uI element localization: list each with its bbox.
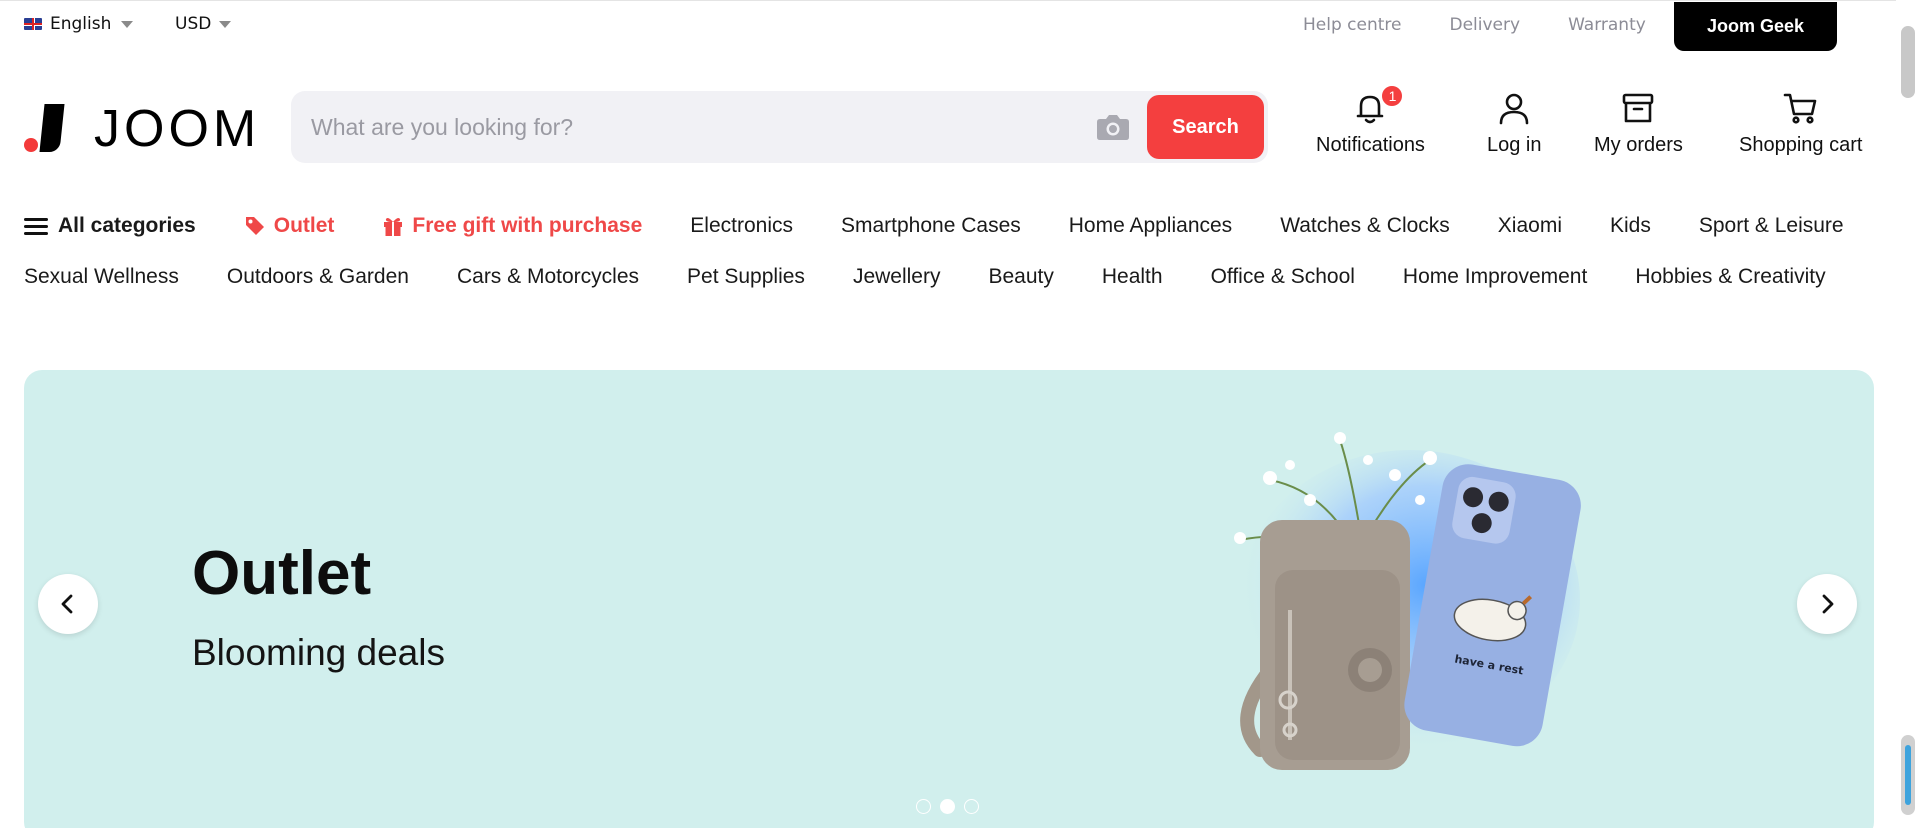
scrollbar-thumb[interactable] xyxy=(1901,26,1915,98)
banner-pagination-dots xyxy=(916,799,979,814)
my-orders-button[interactable]: My orders xyxy=(1594,90,1683,157)
category-beauty[interactable]: Beauty xyxy=(988,265,1053,289)
login-button[interactable]: Log in xyxy=(1487,90,1542,157)
delivery-link[interactable]: Delivery xyxy=(1449,15,1520,35)
banner-next-button[interactable] xyxy=(1797,574,1857,634)
category-home-improvement[interactable]: Home Improvement xyxy=(1403,265,1587,289)
notifications-label: Notifications xyxy=(1316,134,1425,156)
notification-count-badge: 1 xyxy=(1380,84,1405,108)
free-gift-category[interactable]: Free gift with purchase xyxy=(382,214,642,238)
joom-geek-button[interactable]: Joom Geek xyxy=(1674,2,1837,51)
category-nav-row-2: Sexual Wellness Outdoors & Garden Cars &… xyxy=(24,265,1826,289)
caret-down-icon xyxy=(219,20,232,28)
currency-label: USD xyxy=(175,14,212,34)
warranty-link[interactable]: Warranty xyxy=(1568,15,1646,35)
scroll-indicator xyxy=(1901,735,1915,815)
search-input[interactable] xyxy=(311,91,1091,163)
language-label: English xyxy=(50,14,112,34)
logo-text: JOOM xyxy=(94,100,261,158)
category-sport-leisure[interactable]: Sport & Leisure xyxy=(1699,214,1844,238)
category-kids[interactable]: Kids xyxy=(1610,214,1651,238)
all-categories-button[interactable]: All categories xyxy=(24,214,196,238)
category-sexual-wellness[interactable]: Sexual Wellness xyxy=(24,265,179,289)
banner-prev-button[interactable] xyxy=(38,574,98,634)
category-jewellery[interactable]: Jewellery xyxy=(853,265,941,289)
chevron-right-icon xyxy=(1822,594,1834,614)
category-smartphone-cases[interactable]: Smartphone Cases xyxy=(841,214,1021,238)
hamburger-menu-icon xyxy=(24,217,48,235)
category-nav-row-1: All categories Outlet Free gift with pur… xyxy=(24,214,1844,238)
price-tag-icon xyxy=(245,217,264,235)
joom-logo[interactable]: JOOM xyxy=(24,100,256,158)
shopping-cart-button[interactable]: Shopping cart xyxy=(1739,90,1862,157)
search-button[interactable]: Search xyxy=(1147,95,1264,159)
gift-icon xyxy=(384,218,403,236)
free-gift-label: Free gift with purchase xyxy=(412,214,643,237)
outlet-label: Outlet xyxy=(273,214,335,237)
category-electronics[interactable]: Electronics xyxy=(690,214,793,238)
category-xiaomi[interactable]: Xiaomi xyxy=(1498,214,1562,238)
page-scrollbar[interactable] xyxy=(1896,0,1920,828)
banner-dot[interactable] xyxy=(964,799,979,814)
orders-box-icon xyxy=(1623,93,1654,123)
banner-dot[interactable] xyxy=(916,799,931,814)
all-categories-label: All categories xyxy=(58,214,196,237)
currency-selector[interactable]: USD xyxy=(175,14,232,34)
category-health[interactable]: Health xyxy=(1102,265,1163,289)
login-label: Log in xyxy=(1487,134,1542,156)
logo-mark xyxy=(39,104,65,152)
category-pet-supplies[interactable]: Pet Supplies xyxy=(687,265,805,289)
category-hobbies-creativity[interactable]: Hobbies & Creativity xyxy=(1635,265,1825,289)
cart-icon xyxy=(1783,93,1817,124)
caret-down-icon xyxy=(121,20,134,28)
notifications-button[interactable]: 1 Notifications xyxy=(1316,84,1425,157)
shopping-cart-label: Shopping cart xyxy=(1739,134,1863,156)
chevron-left-icon xyxy=(61,594,73,614)
camera-icon[interactable] xyxy=(1096,113,1130,141)
banner-dot[interactable] xyxy=(940,799,955,814)
banner-title: Outlet xyxy=(192,539,372,608)
category-office-school[interactable]: Office & School xyxy=(1211,265,1355,289)
top-links: Help centre Delivery Warranty xyxy=(1303,15,1646,35)
logo-dot xyxy=(24,138,38,152)
uk-flag-icon xyxy=(24,18,42,30)
outlet-category[interactable]: Outlet xyxy=(244,214,335,238)
user-icon xyxy=(1499,93,1529,125)
language-selector[interactable]: English xyxy=(24,14,134,34)
help-centre-link[interactable]: Help centre xyxy=(1303,15,1401,35)
category-watches-clocks[interactable]: Watches & Clocks xyxy=(1280,214,1450,238)
banner-product-image: have a rest xyxy=(1234,432,1581,770)
category-home-appliances[interactable]: Home Appliances xyxy=(1069,214,1232,238)
category-outdoors-garden[interactable]: Outdoors & Garden xyxy=(227,265,409,289)
top-utility-bar: English USD Help centre Delivery Warrant… xyxy=(0,0,1896,52)
banner-subtitle: Blooming deals xyxy=(192,632,445,673)
category-cars-motorcycles[interactable]: Cars & Motorcycles xyxy=(457,265,639,289)
my-orders-label: My orders xyxy=(1594,134,1683,156)
search-bar: Search xyxy=(291,91,1268,163)
